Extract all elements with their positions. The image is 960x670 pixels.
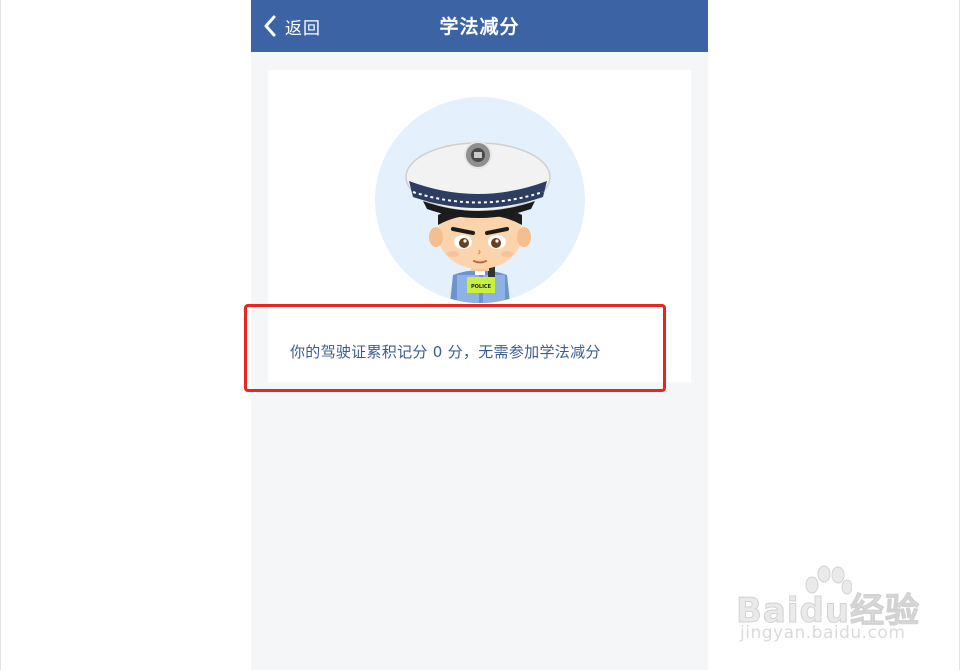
police-illustration: POLICE (375, 97, 585, 303)
top-navbar: 返回 学法减分 (251, 0, 708, 52)
frame-border-left (0, 0, 1, 670)
highlight-annotation-box (244, 304, 666, 392)
page-title: 学法减分 (439, 16, 520, 38)
police-badge-text: POLICE (471, 284, 492, 290)
baidu-watermark: Baidu经验 jingyan.baidu.com (735, 565, 936, 655)
police-avatar: POLICE (375, 97, 585, 303)
watermark-url: jingyan.baidu.com (740, 623, 906, 643)
